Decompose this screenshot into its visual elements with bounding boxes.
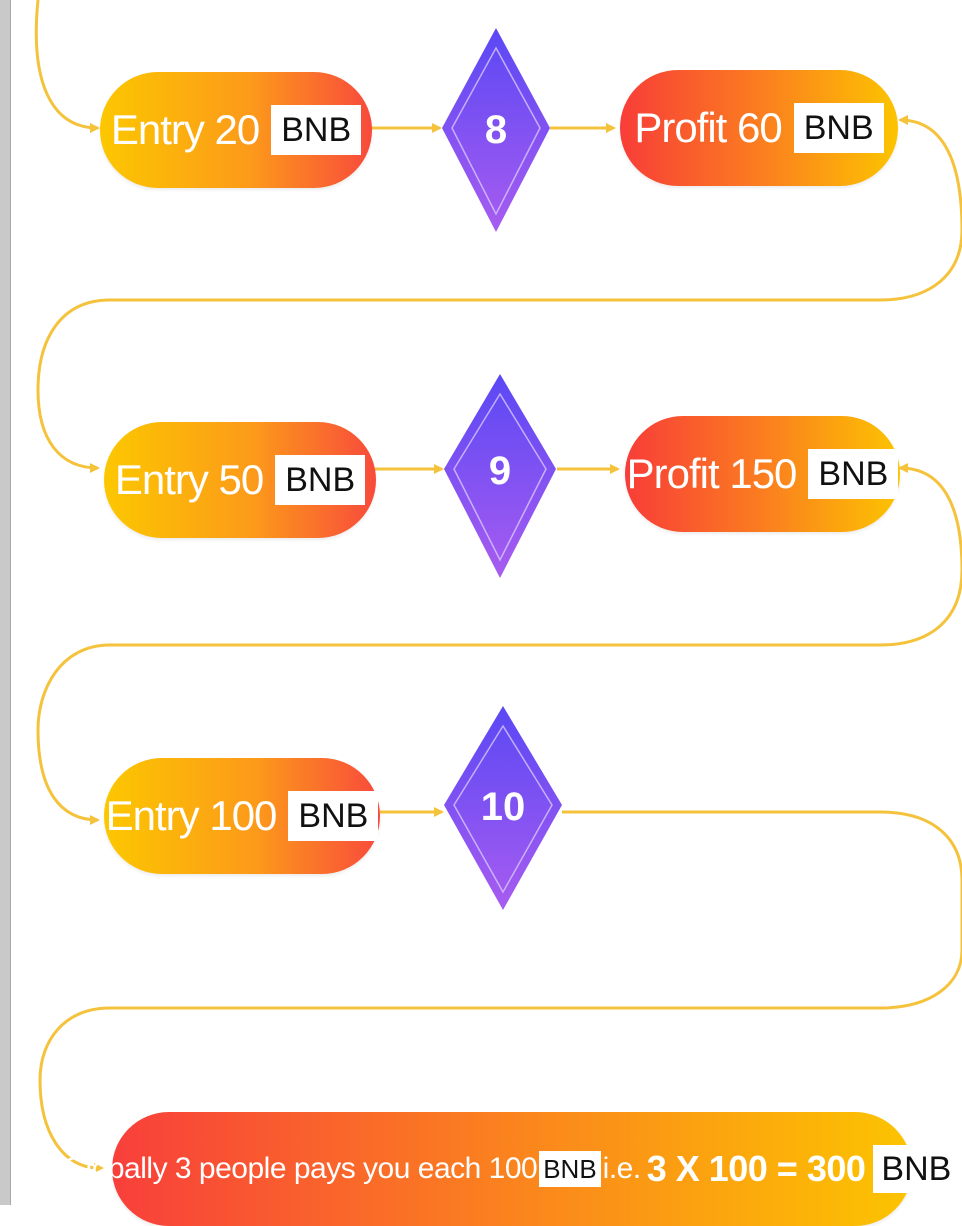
- entry-label: Entry 100: [105, 792, 278, 839]
- unit-badge: BNB: [288, 791, 379, 841]
- entry-pill: Entry 50 BNB: [104, 422, 376, 538]
- profit-pill: Profit 60 BNB: [620, 70, 898, 186]
- unit-badge: BNB: [539, 1151, 601, 1187]
- summary-equation: 3 X 100 = 300: [646, 1148, 866, 1189]
- summary-pill: Globally 3 people pays you each 100 BNB …: [63, 1112, 960, 1226]
- unit-badge: BNB: [271, 105, 362, 155]
- unit-badge: BNB: [808, 449, 899, 499]
- entry-pill: Entry 100 BNB: [104, 758, 380, 874]
- entry-label: Entry 50: [114, 456, 264, 503]
- arrow-icon: [610, 464, 620, 474]
- arrow-icon: [90, 815, 100, 825]
- arrow-icon: [606, 123, 616, 133]
- summary-text: Globally 3 people pays you each 100: [62, 1152, 538, 1185]
- unit-badge: BNB: [793, 103, 884, 153]
- profit-pill: Profit 150 BNB: [625, 416, 900, 532]
- unit-badge: BNB: [275, 455, 366, 505]
- level-number: 10: [480, 785, 526, 829]
- unit-badge: BNB: [873, 1145, 960, 1193]
- entry-pill: Entry 20 BNB: [100, 72, 372, 188]
- arrow-icon: [90, 463, 100, 473]
- level-number: 9: [488, 449, 512, 493]
- summary-ie: i.e.: [602, 1152, 642, 1185]
- connector-top-curve: [34, 0, 99, 130]
- arrow-icon: [90, 123, 100, 133]
- profit-label: Profit 60: [634, 104, 782, 151]
- profit-label: Profit 150: [626, 450, 798, 497]
- arrow-icon: [898, 115, 908, 125]
- level-number: 8: [484, 108, 508, 152]
- entry-label: Entry 20: [110, 106, 260, 153]
